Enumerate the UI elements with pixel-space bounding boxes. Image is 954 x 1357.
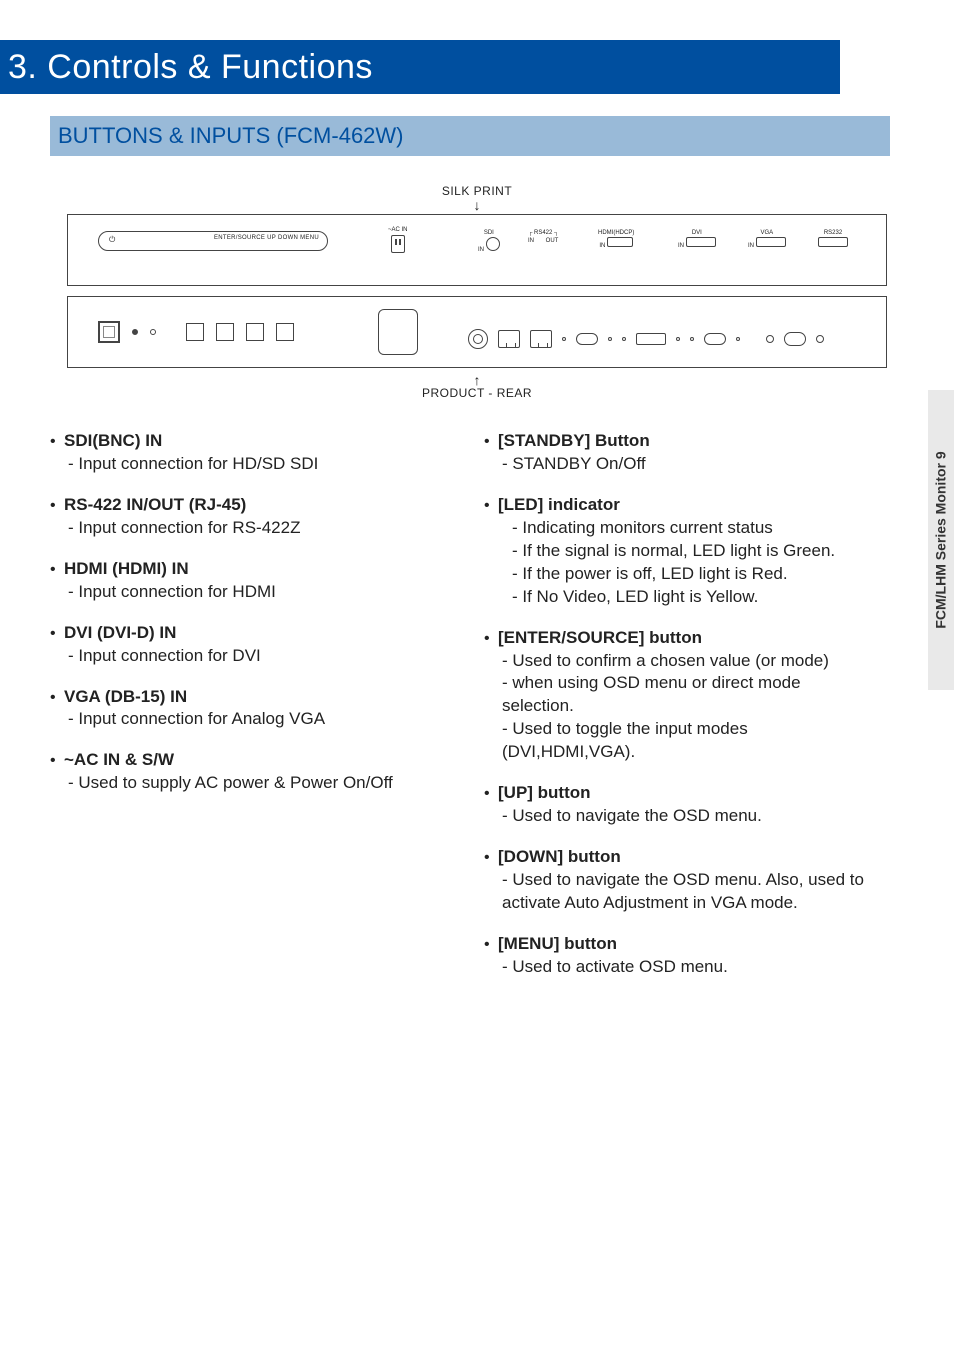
description-columns: SDI(BNC) IN - Input connection for HD/SD … bbox=[50, 430, 890, 997]
item-line: - If No Video, LED light is Yellow. bbox=[498, 586, 890, 609]
rear-audio-icon bbox=[816, 335, 824, 343]
up-button-icon bbox=[216, 323, 234, 341]
item-heading: [ENTER/SOURCE] button bbox=[498, 628, 702, 647]
rear-ac-inlet-icon bbox=[378, 309, 418, 355]
item-heading: [UP] button bbox=[498, 783, 591, 802]
list-item: [DOWN] button - Used to navigate the OSD … bbox=[484, 846, 890, 915]
rear-rs232-icon bbox=[784, 332, 806, 346]
rear-dvi-icon bbox=[636, 333, 666, 345]
item-line: - STANDBY On/Off bbox=[498, 453, 890, 476]
rear-hdmi-icon bbox=[576, 333, 598, 345]
item-line: - Input connection for HDMI bbox=[64, 581, 456, 604]
list-item: [MENU] button - Used to activate OSD menu… bbox=[484, 933, 890, 979]
menu-button-icon bbox=[276, 323, 294, 341]
list-item: SDI(BNC) IN - Input connection for HD/SD … bbox=[50, 430, 456, 476]
list-item: DVI (DVI-D) IN - Input connection for DVI bbox=[50, 622, 456, 668]
item-heading: [STANDBY] Button bbox=[498, 431, 650, 450]
port-rs422: ┌ RS422 ┐ IN OUT bbox=[528, 229, 558, 245]
item-heading: ~AC IN & S/W bbox=[64, 750, 174, 769]
side-tab: FCM/LHM Series Monitor 9 bbox=[928, 390, 954, 690]
rear-screw-icon bbox=[622, 337, 626, 341]
item-heading: RS-422 IN/OUT (RJ-45) bbox=[64, 495, 246, 514]
rear-screw-icon bbox=[608, 337, 612, 341]
enter-button-icon bbox=[186, 323, 204, 341]
front-button-labels: ENTER/SOURCE UP DOWN MENU bbox=[214, 235, 319, 241]
section-title-bar: BUTTONS & INPUTS (FCM-462W) bbox=[50, 116, 890, 156]
chapter-title: 3. Controls & Functions bbox=[8, 48, 373, 87]
chapter-title-bar: 3. Controls & Functions bbox=[0, 40, 840, 94]
section-title: BUTTONS & INPUTS (FCM-462W) bbox=[58, 123, 404, 149]
rear-rj45-out-icon bbox=[530, 330, 552, 348]
item-line: - Indicating monitors current status bbox=[498, 517, 890, 540]
port-sdi: SDI IN bbox=[478, 229, 500, 254]
item-line: - when using OSD menu or direct mode bbox=[498, 672, 890, 695]
port-hdmi: HDMI(HDCP) IN bbox=[598, 229, 634, 250]
list-item: HDMI (HDMI) IN - Input connection for HDM… bbox=[50, 558, 456, 604]
item-line: - Used to navigate the OSD menu. bbox=[498, 805, 890, 828]
item-line: - If the signal is normal, LED light is … bbox=[498, 540, 890, 563]
item-line: activate Auto Adjustment in VGA mode. bbox=[498, 892, 890, 915]
list-item: ~AC IN & S/W - Used to supply AC power & … bbox=[50, 749, 456, 795]
item-heading: VGA (DB-15) IN bbox=[64, 687, 187, 706]
rear-screw-icon bbox=[562, 337, 566, 341]
arrow-down-icon: ↓ bbox=[67, 200, 887, 210]
standby-button-icon bbox=[98, 321, 120, 343]
item-heading: HDMI (HDMI) IN bbox=[64, 559, 189, 578]
down-button-icon bbox=[246, 323, 264, 341]
front-button-strip: ⏻ ENTER/SOURCE UP DOWN MENU bbox=[98, 231, 328, 251]
front-buttons-row bbox=[98, 321, 294, 343]
item-heading: [DOWN] button bbox=[498, 847, 621, 866]
rear-ports-row bbox=[468, 329, 876, 349]
item-line: - Used to navigate the OSD menu. Also, u… bbox=[498, 869, 890, 892]
product-rear-label: PRODUCT - REAR bbox=[67, 386, 887, 400]
left-column: SDI(BNC) IN - Input connection for HD/SD … bbox=[50, 430, 456, 997]
port-dvi: DVI IN bbox=[678, 229, 716, 250]
item-heading: SDI(BNC) IN bbox=[64, 431, 162, 450]
item-heading: [MENU] button bbox=[498, 934, 617, 953]
list-item: VGA (DB-15) IN - Input connection for Ana… bbox=[50, 686, 456, 732]
page: 3. Controls & Functions BUTTONS & INPUTS… bbox=[0, 0, 954, 1357]
list-item: [UP] button - Used to navigate the OSD me… bbox=[484, 782, 890, 828]
arrow-up-icon: ↑ bbox=[67, 374, 887, 386]
item-line: selection. bbox=[498, 695, 890, 718]
silk-print-label: SILK PRINT bbox=[67, 184, 887, 198]
rear-audio-icon bbox=[766, 335, 774, 343]
rear-screw-icon bbox=[736, 337, 740, 341]
led-ring-icon bbox=[150, 329, 156, 335]
rear-vga-icon bbox=[704, 333, 726, 345]
power-icon: ⏻ bbox=[109, 235, 115, 245]
diagram-area: SILK PRINT ↓ ⏻ ENTER/SOURCE UP DOWN MENU… bbox=[67, 184, 887, 400]
item-heading: [LED] indicator bbox=[498, 495, 620, 514]
list-item: [LED] indicator - Indicating monitors cur… bbox=[484, 494, 890, 609]
item-line: - Used to toggle the input modes bbox=[498, 718, 890, 741]
product-rear-panel bbox=[67, 296, 887, 368]
list-item: RS-422 IN/OUT (RJ-45) - Input connection … bbox=[50, 494, 456, 540]
led-dot-icon bbox=[132, 329, 138, 335]
rear-rj45-in-icon bbox=[498, 330, 520, 348]
item-line: - Used to supply AC power & Power On/Off bbox=[64, 772, 456, 795]
rear-sdi-icon bbox=[468, 329, 488, 349]
port-rs232: RS232 bbox=[818, 229, 848, 250]
list-item: [ENTER/SOURCE] button - Used to confirm a… bbox=[484, 627, 890, 765]
item-line: - If the power is off, LED light is Red. bbox=[498, 563, 890, 586]
item-line: - Input connection for HD/SD SDI bbox=[64, 453, 456, 476]
item-line: - Input connection for DVI bbox=[64, 645, 456, 668]
rear-screw-icon bbox=[690, 337, 694, 341]
silk-print-panel: ⏻ ENTER/SOURCE UP DOWN MENU ~AC IN SDI I… bbox=[67, 214, 887, 286]
rear-screw-icon bbox=[676, 337, 680, 341]
item-line: - Input connection for RS-422Z bbox=[64, 517, 456, 540]
ac-in-label-block: ~AC IN bbox=[388, 227, 408, 253]
right-column: [STANDBY] Button - STANDBY On/Off [LED] in… bbox=[484, 430, 890, 997]
side-tab-label: FCM/LHM Series Monitor 9 bbox=[933, 451, 949, 628]
item-line: - Used to activate OSD menu. bbox=[498, 956, 890, 979]
item-line: - Used to confirm a chosen value (or mod… bbox=[498, 650, 890, 673]
ac-plug-icon bbox=[391, 235, 405, 253]
item-heading: DVI (DVI-D) IN bbox=[64, 623, 176, 642]
list-item: [STANDBY] Button - STANDBY On/Off bbox=[484, 430, 890, 476]
item-line: (DVI,HDMI,VGA). bbox=[498, 741, 890, 764]
ac-in-text: ~AC IN bbox=[388, 227, 408, 233]
item-line: - Input connection for Analog VGA bbox=[64, 708, 456, 731]
port-vga: VGA IN bbox=[748, 229, 786, 250]
